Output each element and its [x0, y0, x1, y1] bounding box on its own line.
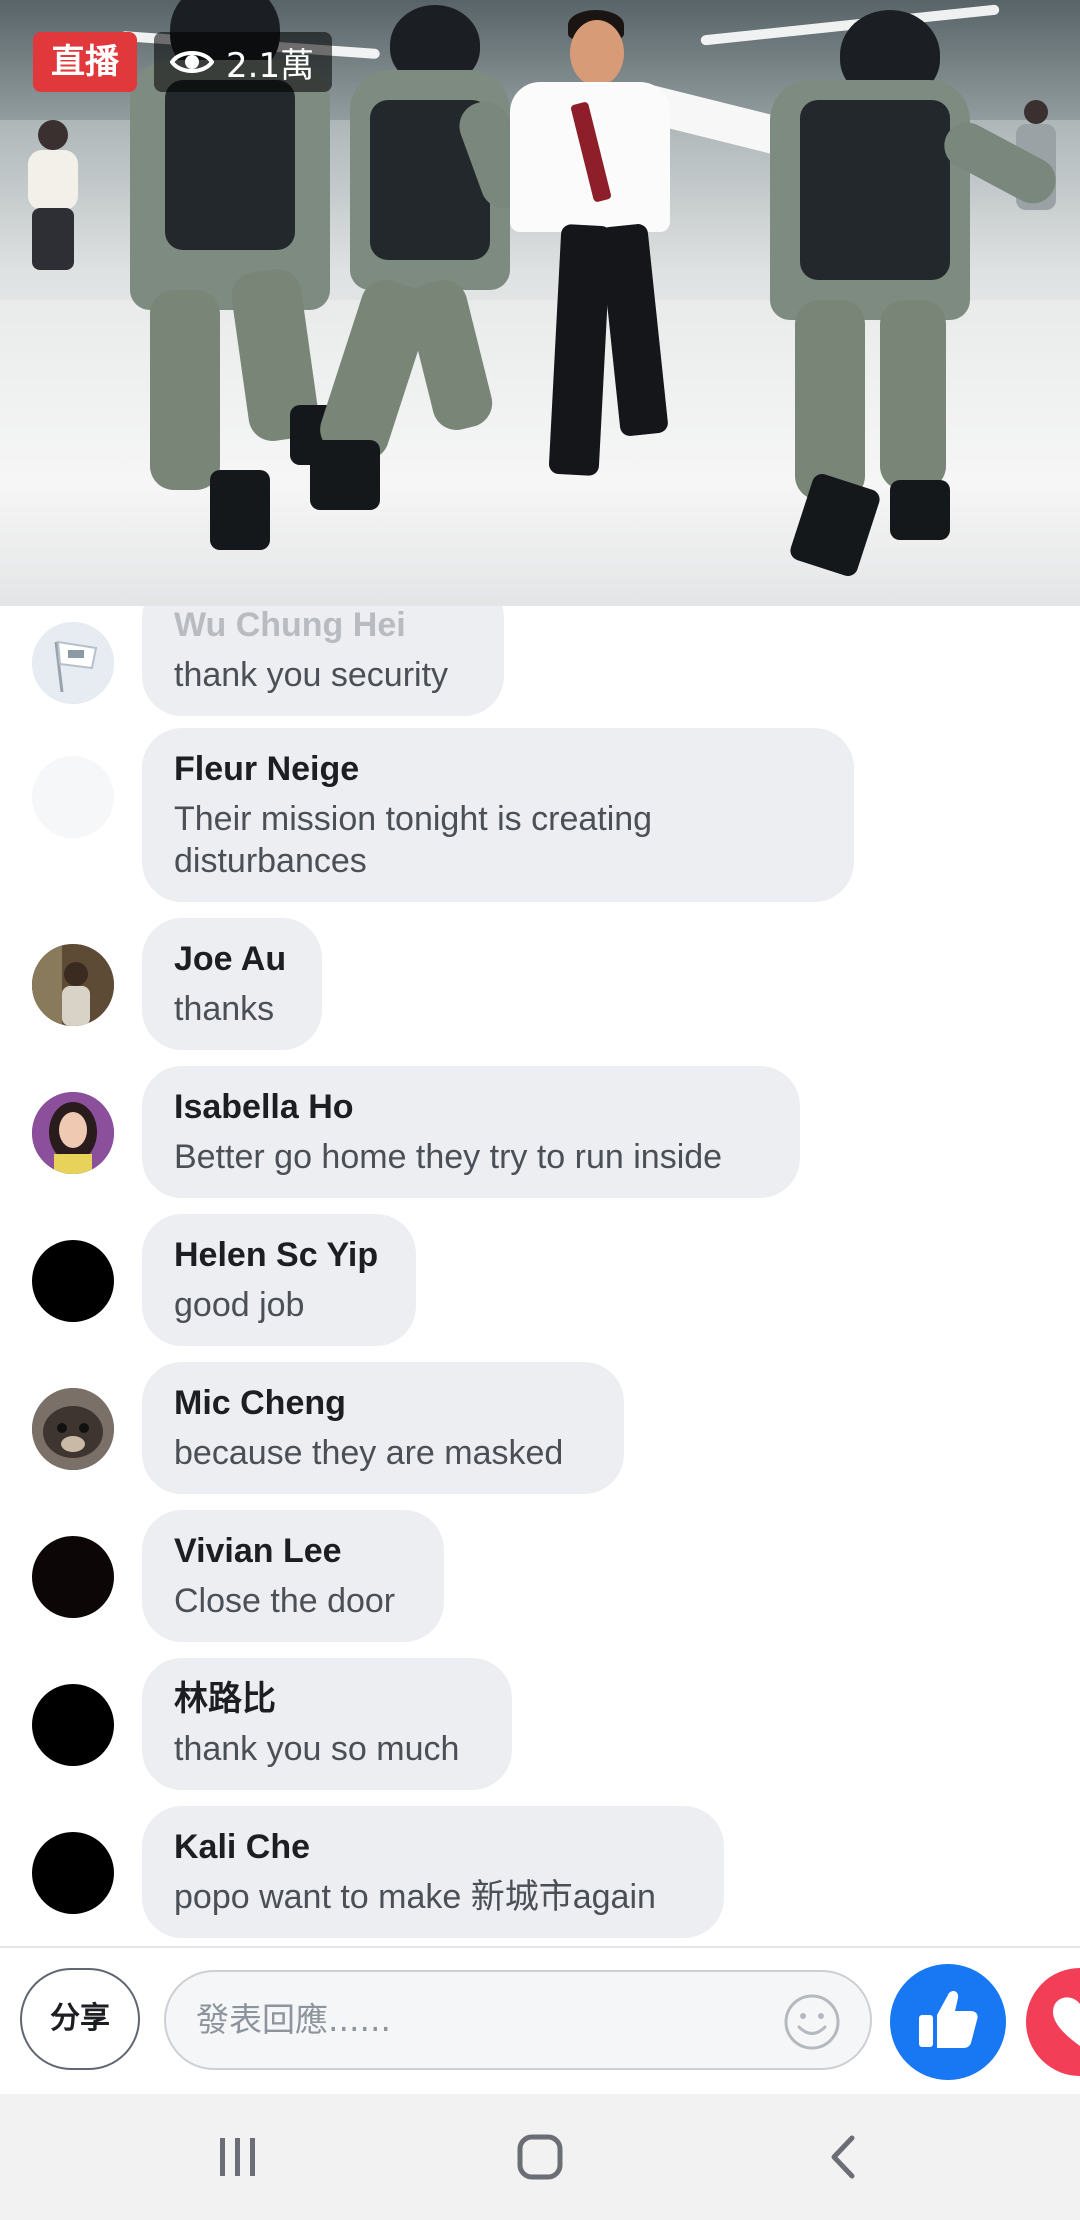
comment-bubble[interactable]: Vivian Lee Close the door: [142, 1510, 444, 1642]
background-person: [18, 120, 88, 270]
riot-officer: [300, 0, 538, 540]
love-reaction-button[interactable]: [1022, 1964, 1080, 2080]
viewer-count: 2.1萬: [226, 45, 315, 86]
live-video-player[interactable]: 直播 2.1萬: [0, 0, 1080, 606]
comment-item: Isabella Ho Better go home they try to r…: [0, 1066, 1080, 1202]
comment-author[interactable]: Vivian Lee: [174, 1530, 412, 1572]
comment-author[interactable]: Mic Cheng: [174, 1382, 592, 1424]
comment-author[interactable]: Wu Chung Hei: [174, 606, 472, 646]
photo-avatar[interactable]: [32, 944, 114, 1026]
comment-input-placeholder: 發表回應......: [196, 2000, 391, 2039]
photo-avatar[interactable]: [32, 1388, 114, 1470]
comment-text: because they are masked: [174, 1434, 564, 1472]
comment-author[interactable]: 林路比: [174, 1678, 480, 1720]
system-navigation-bar: [0, 2094, 1080, 2220]
thumbs-up-icon: [913, 1985, 983, 2060]
comment-bubble[interactable]: Kali Che popo want to make 新城市again: [142, 1806, 724, 1938]
back-icon[interactable]: [824, 2132, 860, 2187]
comment-bubble[interactable]: Fleur Neige Their mission tonight is cre…: [142, 728, 854, 902]
comment-item: Wu Chung Hei thank you security: [0, 606, 1080, 726]
flag-avatar[interactable]: [32, 622, 114, 704]
comment-bubble[interactable]: Helen Sc Yip good job: [142, 1214, 416, 1346]
smiley-icon[interactable]: [782, 1992, 842, 2057]
comment-bubble[interactable]: Joe Au thanks: [142, 918, 322, 1050]
comment-author[interactable]: Helen Sc Yip: [174, 1234, 384, 1276]
home-icon[interactable]: [516, 2132, 564, 2187]
comment-text: good job: [174, 1286, 305, 1324]
comment-item: 林路比 thank you so much: [0, 1658, 1080, 1794]
man-in-white-shirt: [500, 10, 802, 490]
comment-text: Better go home they try to run inside: [174, 1138, 723, 1176]
share-button[interactable]: 分享: [20, 1968, 140, 2070]
comment-bubble[interactable]: Mic Cheng because they are masked: [142, 1362, 624, 1494]
recent-apps-icon[interactable]: [216, 2132, 260, 2187]
comment-text: popo want to make 新城市again: [174, 1878, 656, 1916]
photo-avatar[interactable]: [32, 1092, 114, 1174]
comment-author[interactable]: Kali Che: [174, 1826, 692, 1868]
comment-item: Vivian Lee Close the door: [0, 1510, 1080, 1646]
viewer-count-badge: 2.1萬: [154, 32, 333, 92]
comment-input[interactable]: 發表回應......: [164, 1970, 872, 2070]
comment-bubble[interactable]: Wu Chung Hei thank you security: [142, 606, 504, 716]
comment-item: Mic Cheng because they are masked: [0, 1362, 1080, 1498]
comment-bubble[interactable]: 林路比 thank you so much: [142, 1658, 512, 1790]
comment-author[interactable]: Joe Au: [174, 938, 290, 980]
riot-officer: [760, 0, 1064, 580]
black-avatar[interactable]: [32, 1832, 114, 1914]
like-reaction-button[interactable]: [890, 1964, 1006, 2080]
comment-item: Kali Che popo want to make 新城市again: [0, 1806, 1080, 1942]
comment-item: Fleur Neige Their mission tonight is cre…: [0, 728, 1080, 908]
comment-text: thanks: [174, 990, 275, 1028]
comment-text: thank you so much: [174, 1730, 460, 1768]
comment-author[interactable]: Isabella Ho: [174, 1086, 768, 1128]
comment-text: Their mission tonight is creating distur…: [174, 800, 653, 880]
comment-text: thank you security: [174, 656, 449, 694]
white-avatar[interactable]: [32, 756, 114, 838]
eye-icon: [170, 47, 214, 77]
black-avatar[interactable]: [32, 1536, 114, 1618]
live-badge: 直播: [33, 32, 137, 92]
comment-bubble[interactable]: Isabella Ho Better go home they try to r…: [142, 1066, 800, 1198]
comment-author[interactable]: Fleur Neige: [174, 748, 822, 790]
black-avatar[interactable]: [32, 1684, 114, 1766]
comment-composer-bar: 分享 發表回應......: [0, 1946, 1080, 2094]
heart-icon: [1048, 1990, 1080, 2055]
comment-feed[interactable]: Wu Chung Hei thank you security Fleur Ne…: [0, 606, 1080, 1946]
comment-item: Joe Au thanks: [0, 918, 1080, 1054]
comment-item: Helen Sc Yip good job: [0, 1214, 1080, 1350]
comment-text: Close the door: [174, 1582, 396, 1620]
black-avatar[interactable]: [32, 1240, 114, 1322]
